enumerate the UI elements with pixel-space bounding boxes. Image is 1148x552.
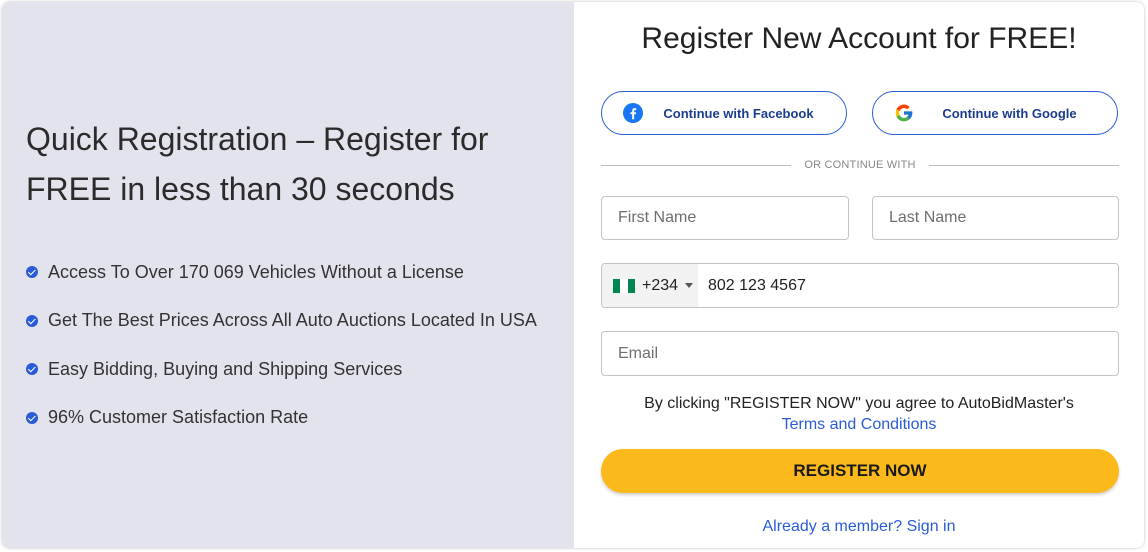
benefit-text: Access To Over 170 069 Vehicles Without … — [48, 261, 464, 282]
check-circle-icon — [26, 411, 38, 424]
benefit-item: 96% Customer Satisfaction Rate — [26, 394, 537, 443]
benefit-text: Easy Bidding, Buying and Shipping Servic… — [48, 358, 403, 379]
email-input[interactable] — [601, 331, 1119, 376]
terms-link[interactable]: Terms and Conditions — [574, 414, 1144, 435]
promo-panel: Quick Registration – Register for FREE i… — [2, 2, 574, 548]
google-login-label: Continue with Google — [942, 105, 1077, 121]
benefit-item: Easy Bidding, Buying and Shipping Servic… — [26, 345, 537, 394]
last-name-input[interactable] — [872, 196, 1119, 240]
check-circle-icon — [26, 266, 38, 279]
agreement-text: By clicking "REGISTER NOW" you agree to … — [644, 395, 1074, 412]
caret-down-icon — [685, 283, 694, 288]
benefit-item: Get The Best Prices Across All Auto Auct… — [26, 297, 537, 346]
check-circle-icon — [26, 314, 38, 327]
benefit-text: 96% Customer Satisfaction Rate — [48, 407, 309, 428]
sign-in-link[interactable]: Already a member? Sign in — [574, 518, 1144, 536]
divider-line — [928, 164, 1120, 166]
facebook-login-button[interactable]: Continue with Facebook — [601, 91, 847, 135]
nigeria-flag-icon — [613, 278, 635, 293]
divider-text: OR CONTINUE WITH — [804, 159, 916, 171]
first-name-input[interactable] — [601, 196, 849, 240]
register-button[interactable]: REGISTER NOW — [601, 449, 1119, 493]
country-code: +234 — [642, 276, 679, 294]
promo-headline: Quick Registration – Register for FREE i… — [26, 121, 489, 207]
form-title: Register New Account for FREE! — [641, 22, 1077, 55]
terms-agreement: By clicking "REGISTER NOW" you agree to … — [574, 393, 1144, 435]
google-icon — [895, 104, 913, 122]
phone-number-input[interactable] — [698, 264, 1118, 307]
registration-form: Register New Account for FREE! Continue … — [574, 2, 1144, 548]
google-login-button[interactable]: Continue with Google — [872, 91, 1118, 135]
registration-card: Quick Registration – Register for FREE i… — [2, 2, 1144, 548]
check-circle-icon — [26, 363, 38, 376]
divider-line — [601, 164, 792, 166]
country-code-select[interactable]: +234 — [602, 264, 698, 307]
benefit-item: Access To Over 170 069 Vehicles Without … — [26, 248, 537, 297]
benefits-list: Access To Over 170 069 Vehicles Without … — [26, 248, 537, 442]
or-divider: OR CONTINUE WITH — [601, 158, 1120, 172]
facebook-login-label: Continue with Facebook — [663, 105, 814, 121]
phone-field: +234 — [601, 263, 1119, 308]
benefit-text: Get The Best Prices Across All Auto Auct… — [48, 310, 537, 331]
facebook-icon — [623, 103, 643, 123]
